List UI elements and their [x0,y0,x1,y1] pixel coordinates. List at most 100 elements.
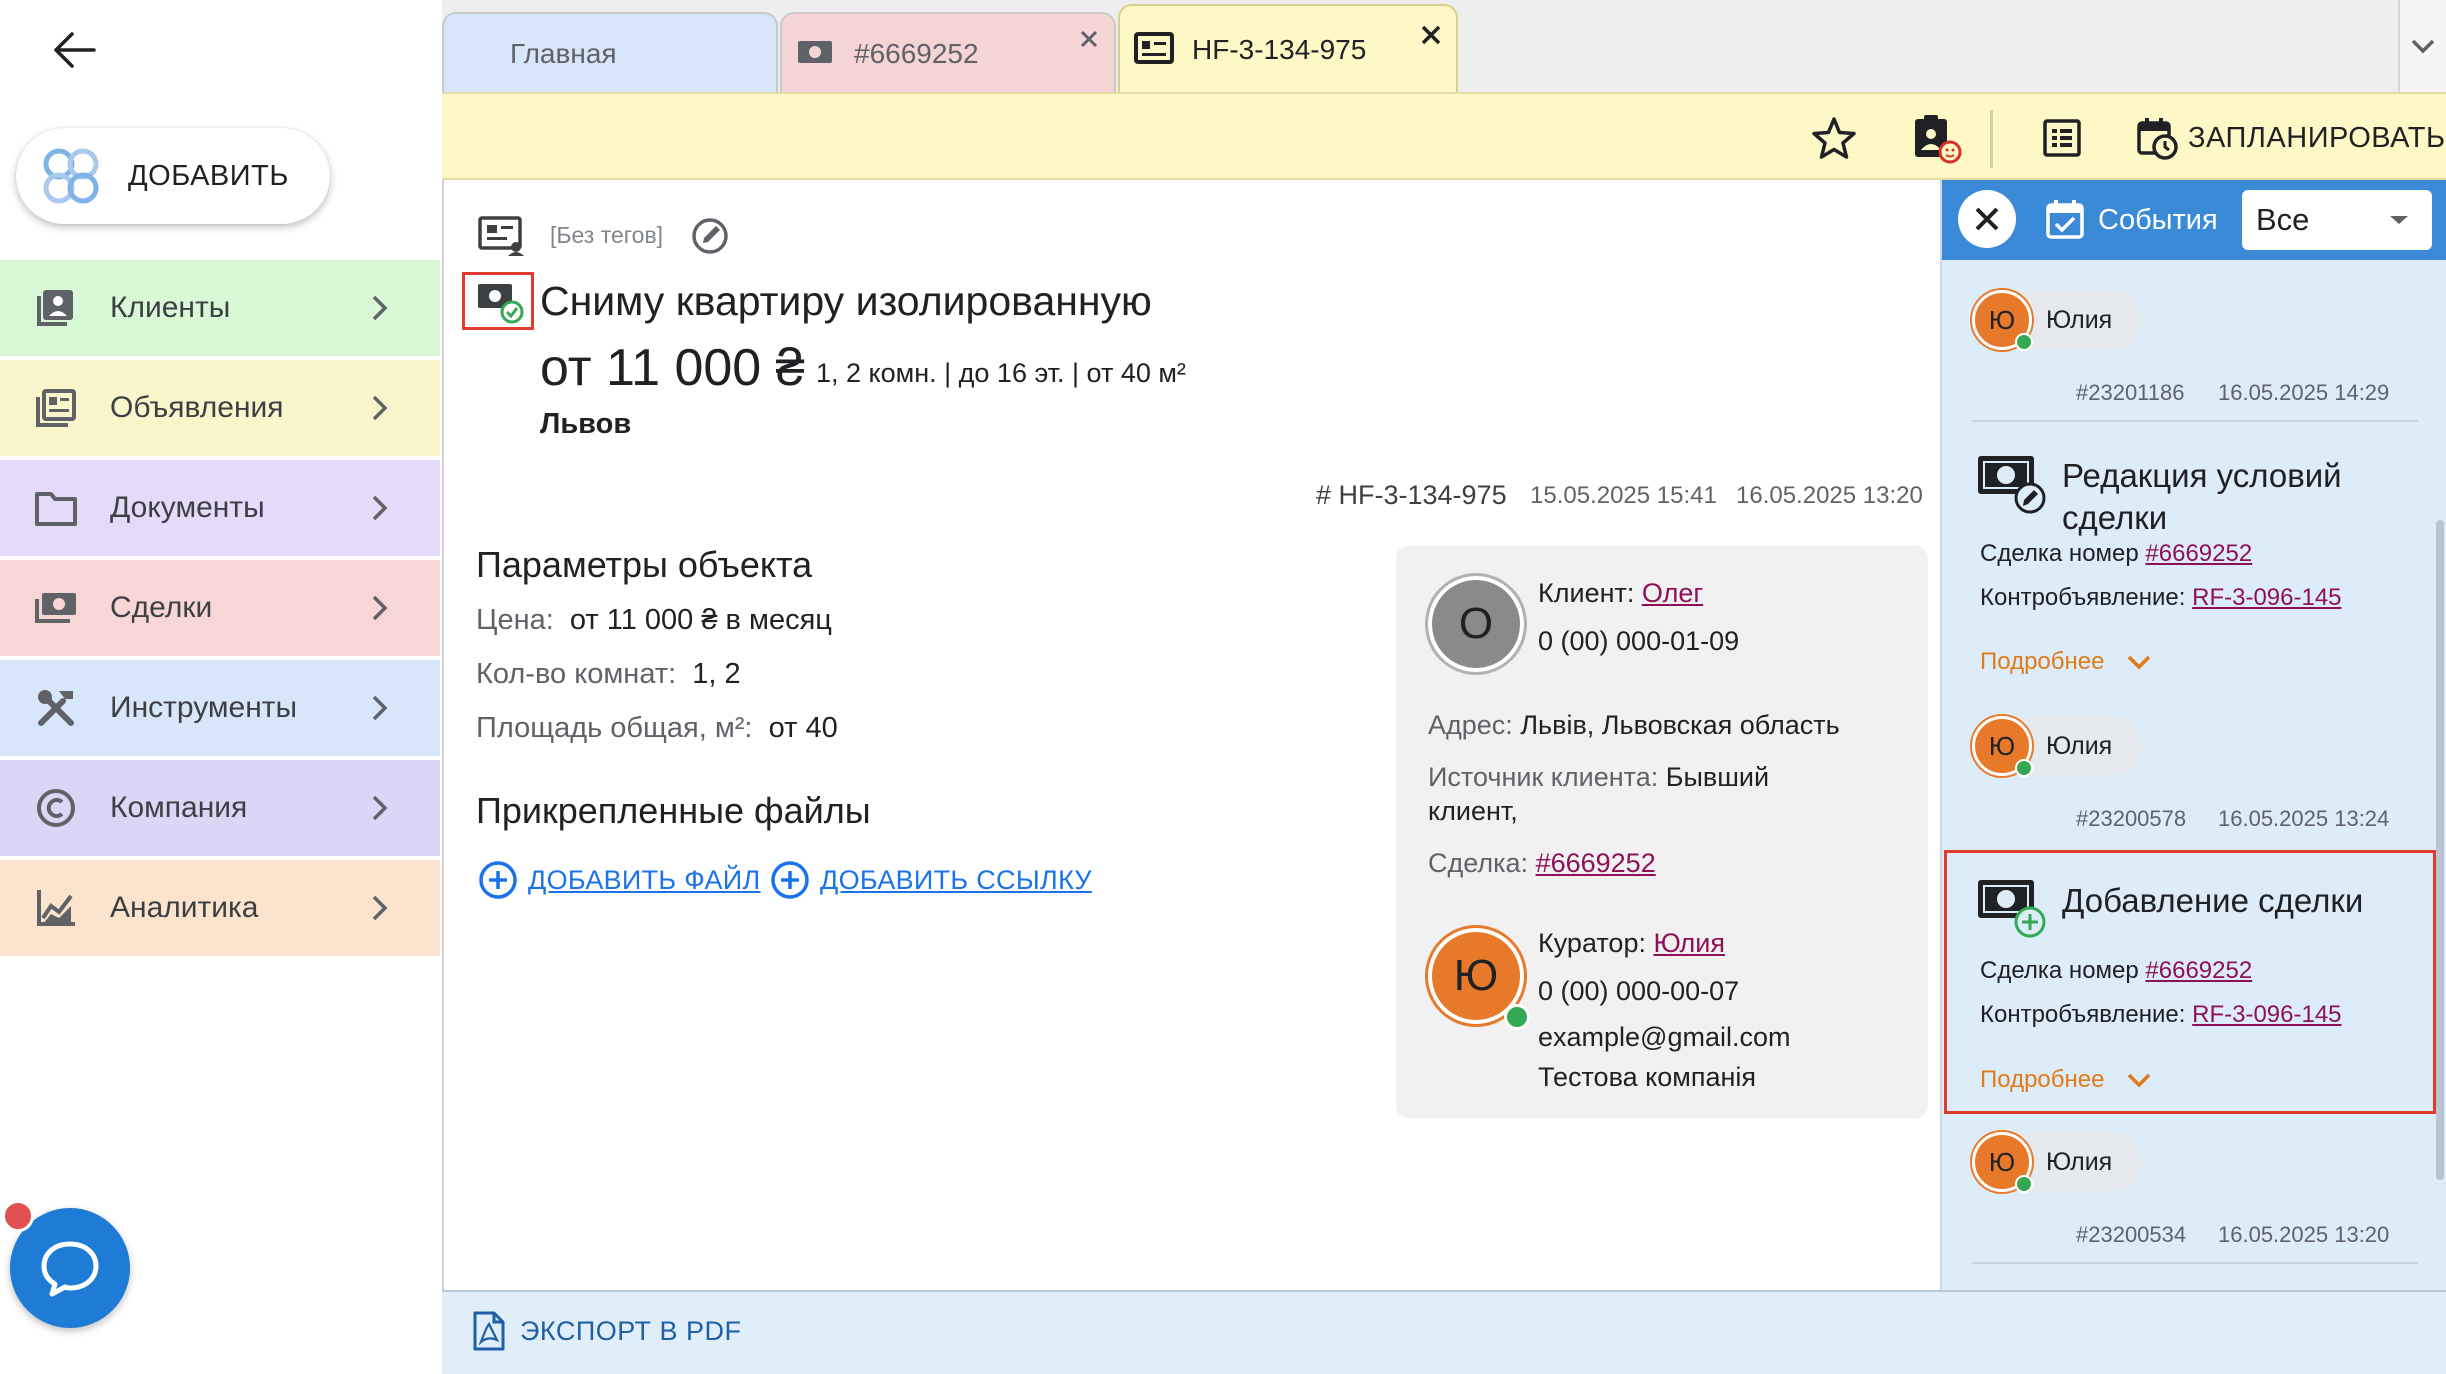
sidebar-item-label: Аналитика [110,891,259,924]
events-filter-select[interactable]: Все [2242,190,2432,250]
client-label: Клиент: [1538,578,1635,608]
add-circle-icon [771,861,809,899]
event-title-line2: сделки [2062,499,2168,536]
event-number: #23200578 [2076,806,2187,831]
close-tab-icon[interactable] [1416,20,1446,50]
event-more-label: Подробнее [1980,648,2105,675]
event-more-button[interactable]: Подробнее [1980,648,2152,676]
event-title: Редакция условий [2062,457,2342,494]
event-user-chip[interactable]: Ю Юлия [1972,1132,2142,1193]
sidebar-item-tools[interactable]: Инструменты [0,660,440,756]
sidebar-item-label: Объявления [110,391,284,424]
sidebar-item-documents[interactable]: Документы [0,460,440,556]
add-button[interactable]: ДОБАВИТЬ [16,128,330,224]
chevron-down-icon [2128,1073,2151,1088]
add-link-button[interactable]: ДОБАВИТЬ ССЫЛКУ [770,860,1092,900]
analytics-icon [34,886,78,930]
events-header: События Все [1942,180,2446,260]
money-icon [34,586,78,630]
tab-label: Главная [510,38,617,69]
event-counter-link[interactable]: RF-3-096-145 [2192,584,2341,611]
source-value-2: клиент, [1428,796,1518,826]
sidebar: ДОБАВИТЬ Клиенты Объявления Документы Сд… [0,0,440,1374]
listing-specs: 1, 2 комн. | до 16 эт. | от 40 м² [816,358,1186,388]
assign-curator-button[interactable] [1906,108,1966,168]
contact-card: О Клиент: Олег 0 (00) 000-01-09 Адрес: Л… [1396,546,1928,1118]
caret-down-icon [2390,216,2408,224]
event-more-button[interactable]: Подробнее [1980,1066,2152,1094]
listing-city: Львов [540,408,632,440]
schedule-button[interactable]: ЗАПЛАНИРОВАТЬ [2130,108,2446,168]
listing-type-icon [478,216,524,261]
back-button[interactable] [44,20,104,80]
event-counter-link[interactable]: RF-3-096-145 [2192,1001,2341,1028]
close-events-button[interactable] [1958,190,2016,248]
avatar-initial: Ю [1988,1146,2016,1177]
param-value: от 40 [768,712,838,744]
add-file-label: ДОБАВИТЬ ФАЙЛ [528,864,761,895]
close-tab-icon[interactable] [1074,24,1104,54]
main-content: [Без тегов] Сниму квартиру изолированную… [442,180,1940,1290]
sidebar-item-listings[interactable]: Объявления [0,360,440,456]
avatar-initial: Ю [1988,304,2016,335]
client-avatar[interactable]: О [1428,576,1524,672]
sidebar-item-analytics[interactable]: Аналитика [0,860,440,956]
folder-icon [34,486,78,530]
online-status-dot [1504,1004,1530,1030]
event-user-chip[interactable]: Ю Юлия [1972,716,2142,777]
tab-home[interactable]: Главная [442,12,778,94]
user-avatar: Ю [1972,716,2033,777]
online-status-dot [2015,1175,2033,1193]
sidebar-item-company[interactable]: Компания [0,760,440,856]
curator-link[interactable]: Юлия [1653,928,1725,958]
sidebar-item-clients[interactable]: Клиенты [0,260,440,356]
events-tab[interactable]: События [2042,194,2218,246]
edit-tags-icon[interactable] [690,216,730,261]
details-button[interactable] [2032,108,2092,168]
event-deal-label: Сделка номер [1980,540,2139,567]
event-number: #23201186 [2076,380,2185,405]
listing-id: # HF-3-134-975 [1316,480,1507,510]
event-counter-row: Контробъявление: RF-3-096-145 [1980,1001,2342,1029]
deal-row: Сделка: #6669252 [1428,848,1656,879]
events-scrollbar[interactable] [2436,520,2444,1180]
tabs-dropdown-button[interactable] [2398,0,2446,92]
sidebar-item-label: Сделки [110,591,213,624]
event-counter-row: Контробъявление: RF-3-096-145 [1980,584,2342,612]
sidebar-item-deals[interactable]: Сделки [0,560,440,656]
event-deal-label: Сделка номер [1980,957,2139,984]
event-deal-row: Сделка номер #6669252 [1980,540,2252,568]
event-deal-link[interactable]: #6669252 [2145,957,2252,984]
curator-label: Куратор: [1538,928,1646,958]
client-link[interactable]: Олег [1642,578,1703,608]
tab-listing-active[interactable]: HF-3-134-975 [1118,4,1458,94]
event-deal-link[interactable]: #6669252 [2145,540,2252,567]
deal-link[interactable]: #6669252 [1536,848,1656,878]
pdf-file-icon [473,1311,505,1351]
favorite-button[interactable] [1804,108,1864,168]
client-row: Клиент: Олег [1538,578,1703,609]
address-label: Адрес: [1428,710,1513,740]
avatar-initial: Ю [1988,730,2016,761]
bottom-bar: ЭКСПОРТ В PDF [442,1290,2446,1374]
add-file-button[interactable]: ДОБАВИТЬ ФАЙЛ [478,860,761,900]
source-label: Источник клиента: [1428,762,1659,792]
chevron-right-icon [360,494,400,522]
event-counter-label: Контробъявление: [1980,584,2186,611]
event-user-chip[interactable]: Ю Юлия [1972,290,2142,351]
address-row: Адрес: Львів, Львовская область [1428,710,1840,741]
events-tab-label: События [2098,203,2218,236]
param-label: Цена: [476,604,554,636]
toolbar-divider [1990,110,1993,168]
tab-deal[interactable]: #6669252 [780,12,1116,94]
sidebar-item-label: Документы [110,491,265,524]
avatar-initial: Ю [1453,951,1499,1000]
star-icon [1812,117,1856,159]
calendar-clock-icon [2137,118,2178,160]
event-title: Добавление сделки [2062,882,2364,919]
export-pdf-button[interactable]: ЭКСПОРТ В PDF [472,1310,742,1352]
user-avatar: Ю [1972,1132,2033,1193]
add-circle-icon [479,861,517,899]
list-details-icon [2043,119,2081,157]
online-status-dot [2015,759,2033,777]
